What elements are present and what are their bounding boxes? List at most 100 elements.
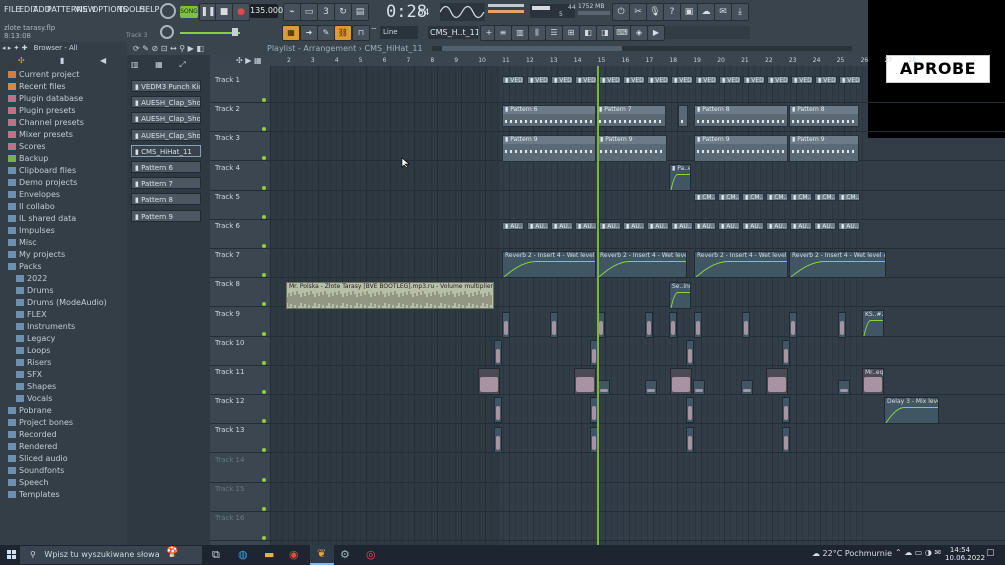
sample-clip[interactable]: [742, 312, 750, 338]
browser-item[interactable]: Demo projects: [8, 178, 77, 190]
pattern-clip[interactable]: ▮ CM..11: [742, 193, 764, 201]
piano-icon[interactable]: ▥: [131, 60, 139, 69]
master-pitch-bar[interactable]: [488, 10, 524, 13]
track-name[interactable]: Track 15: [215, 485, 244, 493]
pattern-clip[interactable]: ▮ AU..04: [502, 222, 524, 230]
browser-item[interactable]: Loops: [16, 346, 50, 358]
track-name[interactable]: Track 1: [215, 76, 240, 84]
automation-clip[interactable]: Reverb 2 - Insert 4 - Wet level: [502, 251, 596, 278]
browser-icon[interactable]: ☰: [545, 25, 563, 41]
microphone-icon[interactable]: 🎙: [646, 3, 664, 21]
pattern-clip[interactable]: ▮ AU..04: [551, 222, 573, 230]
metronome-knob[interactable]: [160, 3, 176, 19]
fl-studio-taskbar-icon[interactable]: ❦: [310, 545, 334, 565]
sample-clip[interactable]: [694, 312, 702, 338]
sample-clip[interactable]: [686, 427, 694, 453]
audio-sample-clip[interactable]: Mr..eq: [862, 368, 884, 395]
browser-item[interactable]: Impulses: [8, 226, 55, 238]
sample-clip[interactable]: [782, 427, 790, 453]
touch-keyboard-icon[interactable]: ⌨: [613, 25, 631, 41]
playlist-tools-icon[interactable]: ⟳ ✎ ⊘ ⊡ ↔ ⚲ ▶ ◧: [133, 44, 204, 53]
stop-button[interactable]: ■: [215, 3, 233, 21]
track-name[interactable]: Track 14: [215, 456, 244, 464]
sample-clip[interactable]: [550, 312, 558, 338]
power-icon[interactable]: ⏻: [612, 3, 630, 21]
step-edit-icon[interactable]: ▤: [351, 3, 369, 21]
pattern-item[interactable]: ▮ AUESH_Clap_Shot03: [131, 128, 201, 141]
track-name[interactable]: Track 4: [215, 164, 240, 172]
track-name[interactable]: Track 13: [215, 426, 244, 434]
pattern-clip[interactable]: ▮ AU..04: [671, 222, 693, 230]
pattern-clip[interactable]: ▮ VED: [695, 76, 717, 84]
pattern-clip[interactable]: ▮ AU..04: [790, 222, 812, 230]
pattern-clip[interactable]: ▮ CM..11: [694, 193, 716, 201]
tray-icons[interactable]: ⌃ ☁ ▭ ◑ ✉: [895, 548, 941, 557]
pattern-clip[interactable]: ▮ VED: [599, 76, 621, 84]
sample-clip[interactable]: [693, 380, 705, 395]
browser-item[interactable]: Channel presets: [8, 118, 84, 130]
browser-item[interactable]: Plugin presets: [8, 106, 76, 118]
piano-roll-button[interactable]: ▦: [282, 25, 300, 41]
app-icon[interactable]: ⚙: [340, 548, 350, 561]
browser-item[interactable]: Rendered: [8, 442, 57, 454]
file-explorer-icon[interactable]: ▬: [264, 548, 274, 561]
track-name[interactable]: Track 10: [215, 339, 244, 347]
pattern-clip[interactable]: ▮ Pattern 9: [789, 135, 859, 162]
pattern-clip[interactable]: ▮ VED: [551, 76, 573, 84]
automation-clip[interactable]: Se..ing: [669, 282, 691, 309]
track-name[interactable]: Track 16: [215, 514, 244, 522]
track-name[interactable]: Track 11: [215, 368, 244, 376]
help-icon[interactable]: ?: [663, 3, 681, 21]
browser-item[interactable]: My projects: [8, 250, 65, 262]
pattern-clip[interactable]: ▮ VED: [502, 76, 524, 84]
audio-clip[interactable]: Mr. Polska - Złote Tarasy [BVE BOOTLEG].…: [286, 282, 494, 309]
browser-item[interactable]: Clipboard files: [8, 166, 76, 178]
chrome-icon[interactable]: ◉: [289, 548, 299, 561]
pattern-select[interactable]: CMS_H..t_11: [428, 26, 478, 39]
cloud-icon[interactable]: ☁: [697, 3, 715, 21]
pattern-item[interactable]: ▮ CMS_HiHat_11: [131, 144, 201, 157]
arrow-tool-icon[interactable]: ➜: [300, 25, 318, 41]
pattern-clip[interactable]: ▮ AU..04: [766, 222, 788, 230]
browser-files-tab-icon[interactable]: ▮: [60, 56, 64, 65]
pattern-clip[interactable]: ▮ AU..04: [599, 222, 621, 230]
link-tool-icon[interactable]: ⛓: [334, 25, 352, 41]
master-knob[interactable]: [160, 25, 174, 39]
plugin-picker-icon[interactable]: ⊞: [562, 25, 580, 41]
browser-item[interactable]: Instruments: [16, 322, 75, 334]
automation-clip[interactable]: Reverb 2 - Insert 4 - Wet level #1: [597, 251, 687, 278]
record-button[interactable]: ●: [232, 3, 250, 21]
notifications-icon[interactable]: ▢: [986, 548, 995, 558]
pattern-clip[interactable]: ▮ Pattern 8: [694, 105, 788, 127]
browser-item[interactable]: Sliced audio: [8, 454, 68, 466]
sample-clip[interactable]: [741, 380, 753, 395]
browser-item[interactable]: Templates: [8, 490, 60, 502]
pattern-clip[interactable]: ▮ VED: [719, 76, 741, 84]
pattern-clip[interactable]: ▮ Pattern 9: [597, 135, 667, 162]
browser-item[interactable]: Current project: [8, 70, 79, 82]
track-name[interactable]: Track 6: [215, 222, 240, 230]
master-volume-bar[interactable]: [488, 4, 524, 7]
scrollbar-thumb[interactable]: [442, 46, 622, 51]
pattern-clip[interactable]: ▮ CM..11: [766, 193, 788, 201]
pattern-clip[interactable]: ▮ VED: [743, 76, 765, 84]
task-view-icon[interactable]: ⧉: [212, 548, 220, 562]
horizontal-scrollbar[interactable]: [432, 46, 852, 51]
chat-icon[interactable]: ✉: [714, 3, 732, 21]
pattern-clip[interactable]: ▮ VED: [623, 76, 645, 84]
pattern-clip[interactable]: ▮ AU..04: [527, 222, 549, 230]
pattern-clip[interactable]: ▮ AU..04: [814, 222, 836, 230]
sample-clip[interactable]: [782, 397, 790, 423]
browser-item[interactable]: Backup: [8, 154, 48, 166]
pattern-clip[interactable]: ▮ Pattern 8: [789, 105, 859, 127]
tools-icon[interactable]: ✂: [629, 3, 647, 21]
track-name[interactable]: Track 2: [215, 105, 240, 113]
pattern-clip[interactable]: ▮ AU..04: [742, 222, 764, 230]
playlist-grid-right[interactable]: [868, 138, 1005, 545]
pattern-item[interactable]: ▮ AUESH_Clap_Shot01: [131, 112, 201, 125]
pattern-clip[interactable]: ▮ CM..11: [838, 193, 860, 201]
browser-item[interactable]: Speech: [8, 478, 48, 490]
browser-item[interactable]: Legacy: [16, 334, 55, 346]
browser-all-tab-icon[interactable]: ✣: [18, 56, 25, 65]
resize-icon[interactable]: ⤢: [179, 60, 185, 69]
